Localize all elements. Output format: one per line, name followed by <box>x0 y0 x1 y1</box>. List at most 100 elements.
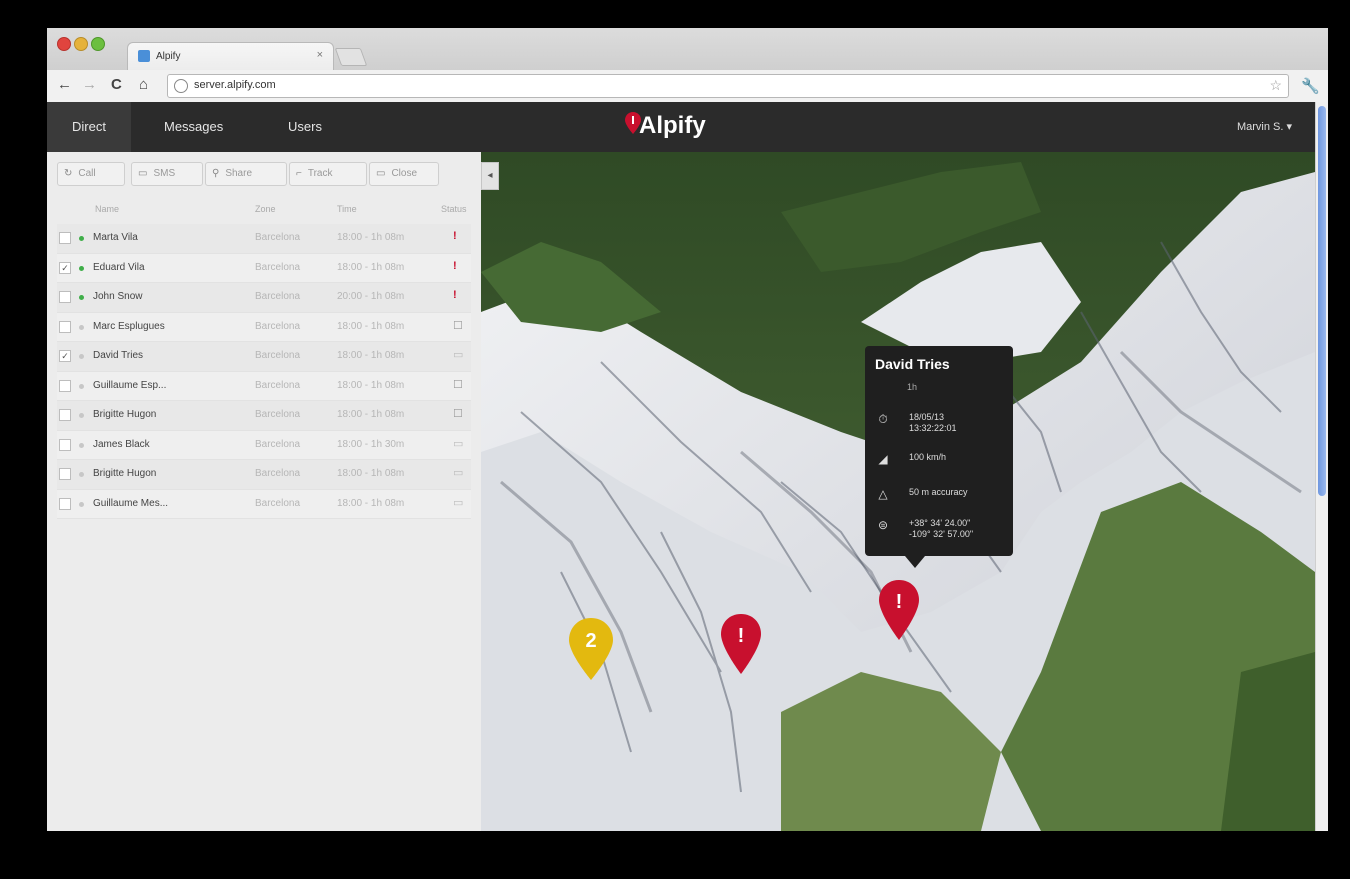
accuracy-icon: △ <box>878 487 888 501</box>
minimize-window-button[interactable] <box>74 37 88 51</box>
group-marker[interactable]: 2 <box>569 618 613 680</box>
message-status-icon[interactable]: ☐ <box>453 407 463 420</box>
browser-window: Alpify × ← → C ⌂ server.alpify.com ☆ 🔧 D… <box>47 28 1328 831</box>
column-time[interactable]: Time <box>337 204 357 214</box>
table-row[interactable]: Guillaume Mes... Barcelona 18:00 - 1h 08m ▭ <box>57 489 471 519</box>
close-window-button[interactable] <box>57 37 71 51</box>
popup-user-name: David Tries <box>875 356 950 372</box>
share-button[interactable]: ⚲ Share <box>205 162 287 186</box>
user-name: David Tries <box>93 350 144 361</box>
table-row[interactable]: James Black Barcelona 18:00 - 1h 30m ▭ <box>57 430 471 460</box>
collapse-panel-button[interactable]: ◂ <box>481 162 499 190</box>
table-row[interactable]: Marta Vila Barcelona 18:00 - 1h 08m! <box>57 224 471 254</box>
alert-marker-icon: ! <box>738 625 745 647</box>
table-row[interactable]: ✓ David Tries Barcelona 18:00 - 1h 08m ▭ <box>57 342 471 372</box>
tab-title: Alpify <box>156 51 181 62</box>
reload-icon[interactable]: C <box>111 76 122 93</box>
alert-status-icon[interactable]: ! <box>453 260 457 272</box>
back-arrow-icon[interactable]: ← <box>57 76 72 93</box>
user-zone: Barcelona <box>255 438 301 450</box>
address-url[interactable]: server.alpify.com <box>194 79 276 91</box>
popup-subtitle: 1h <box>907 382 918 392</box>
close-button[interactable]: ▭ Close <box>369 162 439 186</box>
presence-dot-icon <box>79 501 84 507</box>
presence-dot-icon <box>79 383 84 389</box>
sms-button[interactable]: ▭ SMS <box>131 162 203 186</box>
alert-marker-selected[interactable]: ! <box>879 580 919 640</box>
call-button[interactable]: ↻ Call <box>57 162 125 186</box>
column-status[interactable]: Status <box>441 204 467 214</box>
button-label: SMS <box>153 168 176 179</box>
presence-dot-icon <box>79 236 84 241</box>
row-checkbox[interactable]: ✓ <box>59 261 71 274</box>
user-zone: Barcelona <box>255 379 301 391</box>
user-time: 18:00 - 1h 08m <box>337 409 405 420</box>
track-button[interactable]: ⌐ Track <box>289 162 367 186</box>
user-time: 18:00 - 1h 08m <box>337 350 405 361</box>
row-checkbox[interactable] <box>59 438 71 451</box>
table-row[interactable]: Brigitte Hugon Barcelona 18:00 - 1h 08m ☐ <box>57 401 471 431</box>
alert-status-icon[interactable]: ! <box>453 230 457 242</box>
new-tab-button[interactable] <box>334 48 368 66</box>
table-row[interactable]: Guillaume Esp... Barcelona 18:00 - 1h 08m ☐ <box>57 371 471 401</box>
globe-icon <box>174 79 188 93</box>
row-checkbox[interactable] <box>59 497 71 510</box>
table-row[interactable]: Brigitte Hugon Barcelona 18:00 - 1h 08m ▭ <box>57 460 471 490</box>
tab-close-icon[interactable]: × <box>317 49 323 61</box>
idle-status-icon[interactable]: ▭ <box>453 348 463 361</box>
user-menu[interactable]: Marvin S. ▾ <box>1237 102 1292 152</box>
alert-marker[interactable]: ! <box>721 614 761 674</box>
row-checkbox[interactable] <box>59 409 71 421</box>
nav-users[interactable]: Users <box>263 102 347 152</box>
table-row[interactable]: John Snow Barcelona 20:00 - 1h 08m! <box>57 283 471 313</box>
row-checkbox[interactable] <box>59 468 71 480</box>
row-checkbox[interactable]: ✓ <box>59 350 71 362</box>
browser-tab[interactable]: Alpify × <box>127 42 334 71</box>
zoom-window-button[interactable] <box>91 37 105 51</box>
bookmark-star-icon[interactable]: ☆ <box>1269 77 1282 94</box>
column-zone[interactable]: Zone <box>255 204 276 214</box>
presence-dot-icon <box>79 354 84 359</box>
nav-direct[interactable]: Direct <box>47 102 131 152</box>
browser-toolbar: ← → C ⌂ server.alpify.com ☆ 🔧 <box>47 70 1328 103</box>
address-bar[interactable]: server.alpify.com ☆ <box>167 74 1289 98</box>
nav-messages[interactable]: Messages <box>139 102 248 152</box>
forward-arrow-icon[interactable]: → <box>82 76 97 93</box>
page-scrollbar[interactable] <box>1315 102 1328 831</box>
row-checkbox[interactable] <box>59 232 71 244</box>
user-name: Brigitte Hugon <box>93 409 157 420</box>
user-zone: Barcelona <box>255 409 301 420</box>
user-info-popup[interactable]: David Tries 1h ⏱ 18/05/13 13:32:22:01 ◢ 1… <box>865 346 1013 568</box>
user-zone: Barcelona <box>255 497 301 509</box>
user-time: 18:00 - 1h 30m <box>337 438 405 450</box>
user-time: 18:00 - 1h 08m <box>337 468 405 479</box>
alert-status-icon[interactable]: ! <box>453 289 457 301</box>
close-icon: ▭ <box>376 168 386 179</box>
wrench-menu-icon[interactable]: 🔧 <box>1301 77 1320 95</box>
user-time: 20:00 - 1h 08m <box>337 291 405 302</box>
user-name: Marc Esplugues <box>93 320 165 332</box>
idle-status-icon[interactable]: ▭ <box>453 466 463 479</box>
table-row[interactable]: Marc Esplugues Barcelona 18:00 - 1h 08m ☐ <box>57 312 471 342</box>
table-row[interactable]: ✓ Eduard Vila Barcelona 18:00 - 1h 08m! <box>57 253 471 283</box>
user-time: 18:00 - 1h 08m <box>337 320 405 332</box>
column-name[interactable]: Name <box>95 204 119 214</box>
user-zone: Barcelona <box>255 350 301 361</box>
message-status-icon[interactable]: ☐ <box>453 319 463 332</box>
message-status-icon[interactable]: ☐ <box>453 378 463 391</box>
row-checkbox[interactable] <box>59 291 71 303</box>
speed-icon: ◢ <box>878 452 888 466</box>
row-checkbox[interactable] <box>59 320 71 333</box>
user-zone: Barcelona <box>255 261 301 273</box>
row-checkbox[interactable] <box>59 379 71 392</box>
idle-status-icon[interactable]: ▭ <box>453 437 463 450</box>
idle-status-icon[interactable]: ▭ <box>453 496 463 509</box>
presence-dot-icon <box>79 442 84 448</box>
user-name: Guillaume Esp... <box>93 379 167 391</box>
user-name: Eduard Vila <box>93 261 145 273</box>
button-label: Track <box>307 168 333 179</box>
user-zone: Barcelona <box>255 320 301 332</box>
scrollbar-thumb[interactable] <box>1318 106 1326 496</box>
user-name: John Snow <box>93 291 143 302</box>
home-icon[interactable]: ⌂ <box>139 76 148 93</box>
